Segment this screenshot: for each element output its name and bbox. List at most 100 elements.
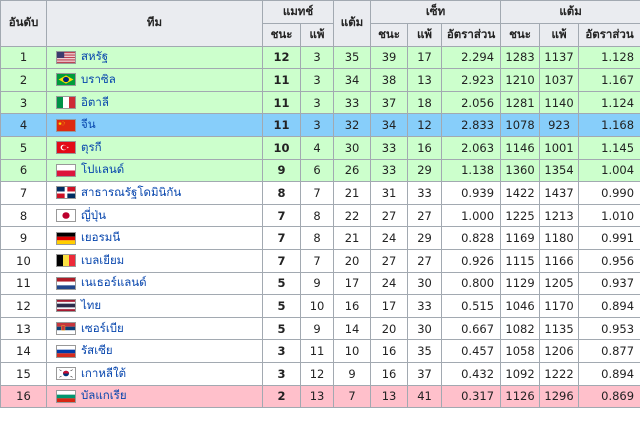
- team-link[interactable]: ตุรกี: [81, 140, 102, 154]
- score-ratio-cell: 0.877: [578, 339, 640, 363]
- points-cell: 7: [333, 384, 372, 409]
- matches-won-cell: 7: [262, 248, 301, 273]
- matches-lost-cell: 12: [299, 361, 335, 386]
- sets-won-cell: 34: [370, 113, 409, 137]
- score-ratio-cell: 1.167: [578, 68, 640, 92]
- score-ratio-cell: 1.128: [578, 45, 640, 70]
- matches-won-cell: 5: [262, 271, 301, 296]
- sets-ratio-cell: 1.138: [441, 158, 502, 183]
- sets-ratio-cell: 0.800: [441, 271, 502, 296]
- score-lost-cell: 1037: [539, 68, 580, 92]
- team-cell: เซอร์เบีย: [46, 316, 263, 341]
- sets-won-cell: 27: [370, 248, 409, 273]
- china-flag-icon: [56, 118, 76, 132]
- matches-lost-cell: 11: [299, 339, 335, 363]
- south-korea-flag-icon: [56, 367, 76, 381]
- matches-won-cell: 11: [262, 68, 301, 92]
- sets-ratio-cell: 2.294: [441, 45, 502, 70]
- sets-lost-header[interactable]: แพ้: [407, 23, 443, 47]
- sets-won-header[interactable]: ชนะ: [370, 23, 409, 47]
- sets-lost-cell: 12: [407, 113, 443, 137]
- sets-ratio-header[interactable]: อัตราส่วน: [441, 23, 502, 47]
- sets-header: เซ็ท: [370, 0, 502, 24]
- sets-ratio-cell: 2.063: [441, 135, 502, 160]
- table-row: 1 สหรัฐ 12 3 35 39 17 2.294 1283 1137 1.128: [0, 45, 640, 70]
- sets-won-cell: 33: [370, 158, 409, 183]
- points-cell: 9: [333, 361, 372, 386]
- sets-won-cell: 38: [370, 68, 409, 92]
- team-link[interactable]: โปแลนด์: [81, 162, 124, 176]
- team-cell: ตุรกี: [46, 135, 263, 160]
- turkey-flag-icon: [56, 141, 76, 155]
- points-cell: 33: [333, 90, 372, 115]
- points-cell: 26: [333, 158, 372, 183]
- team-cell: เกาหลีใต้: [46, 361, 263, 386]
- team-link[interactable]: บัลแกเรีย: [81, 388, 127, 402]
- sets-won-cell: 13: [370, 384, 409, 409]
- sets-won-cell: 16: [370, 339, 409, 363]
- points-header[interactable]: แต้ม: [333, 0, 372, 47]
- score-won-cell: 1046: [500, 294, 541, 318]
- sets-lost-cell: 16: [407, 135, 443, 160]
- team-link[interactable]: บราซิล: [81, 72, 116, 86]
- sets-ratio-cell: 0.432: [441, 361, 502, 386]
- matches-won-cell: 5: [262, 294, 301, 318]
- team-link[interactable]: ไทย: [81, 298, 101, 312]
- matches-lost-cell: 3: [299, 90, 335, 115]
- rank-header[interactable]: อันดับ: [0, 0, 47, 47]
- matches-lost-header[interactable]: แพ้: [299, 23, 335, 47]
- matches-won-cell: 2: [262, 384, 301, 409]
- sets-ratio-cell: 0.515: [441, 294, 502, 318]
- team-cell: บัลแกเรีย: [46, 384, 263, 409]
- sets-lost-cell: 29: [407, 158, 443, 183]
- score-lost-cell: 1213: [539, 203, 580, 228]
- sets-won-cell: 16: [370, 361, 409, 386]
- team-link[interactable]: จีน: [81, 117, 96, 131]
- poland-flag-icon: [56, 163, 76, 177]
- matches-won-cell: 12: [262, 45, 301, 70]
- team-link[interactable]: อิตาลี: [81, 95, 109, 109]
- sets-lost-cell: 37: [407, 361, 443, 386]
- sets-lost-cell: 41: [407, 384, 443, 409]
- table-row: 16 บัลแกเรีย 2 13 7 13 41 0.317 1126 1296 0.869: [0, 384, 640, 409]
- team-link[interactable]: รัสเซีย: [81, 343, 113, 357]
- team-link[interactable]: ญี่ปุ่น: [81, 208, 106, 222]
- rank-cell: 5: [0, 135, 47, 160]
- score-won-header[interactable]: ชนะ: [500, 23, 541, 47]
- team-link[interactable]: เยอรมนี: [81, 230, 120, 244]
- sets-ratio-cell: 0.828: [441, 226, 502, 250]
- sets-lost-cell: 33: [407, 294, 443, 318]
- sets-lost-cell: 30: [407, 271, 443, 296]
- sets-ratio-cell: 0.317: [441, 384, 502, 409]
- score-lost-header[interactable]: แพ้: [539, 23, 580, 47]
- sets-lost-cell: 29: [407, 226, 443, 250]
- team-link[interactable]: สหรัฐ: [81, 49, 108, 63]
- matches-won-header[interactable]: ชนะ: [262, 23, 301, 47]
- points-cell: 21: [333, 226, 372, 250]
- team-link[interactable]: สาธารณรัฐโดมินิกัน: [81, 185, 181, 199]
- rank-cell: 7: [0, 181, 47, 205]
- sets-won-cell: 39: [370, 45, 409, 70]
- rank-cell: 2: [0, 68, 47, 92]
- team-link[interactable]: เนเธอร์แลนด์: [81, 275, 147, 289]
- table-row: 8 ญี่ปุ่น 7 8 22 27 27 1.000 1225 1213 1.010: [0, 203, 640, 228]
- team-link[interactable]: เกาหลีใต้: [81, 366, 126, 380]
- sets-lost-cell: 27: [407, 248, 443, 273]
- score-ratio-header[interactable]: อัตราส่วน: [578, 23, 640, 47]
- matches-lost-cell: 3: [299, 45, 335, 70]
- serbia-flag-icon: [56, 322, 76, 336]
- team-link[interactable]: เบลเยียม: [81, 253, 124, 267]
- score-ratio-cell: 1.010: [578, 203, 640, 228]
- team-header[interactable]: ทีม: [46, 0, 263, 47]
- team-cell: เนเธอร์แลนด์: [46, 271, 263, 296]
- score-lost-cell: 1140: [539, 90, 580, 115]
- sets-won-cell: 20: [370, 316, 409, 341]
- team-link[interactable]: เซอร์เบีย: [81, 321, 124, 335]
- team-cell: สาธารณรัฐโดมินิกัน: [46, 181, 263, 205]
- score-lost-cell: 1166: [539, 248, 580, 273]
- table-row: 12 ไทย 5 10 16 17 33 0.515 1046 1170 0.894: [0, 294, 640, 318]
- matches-won-cell: 5: [262, 316, 301, 341]
- matches-won-cell: 8: [262, 181, 301, 205]
- score-ratio-cell: 0.953: [578, 316, 640, 341]
- sets-won-cell: 27: [370, 203, 409, 228]
